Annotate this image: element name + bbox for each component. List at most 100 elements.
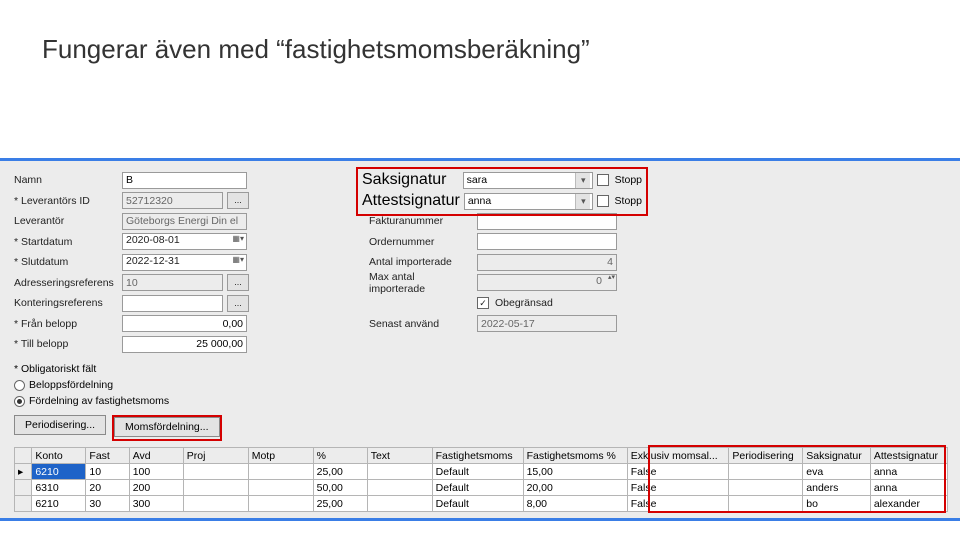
kontref-input[interactable] — [122, 295, 223, 312]
adrref-lookup-button[interactable]: ... — [227, 274, 249, 291]
cell-exkl[interactable]: False — [627, 496, 729, 512]
label-namn: Namn — [14, 174, 118, 186]
cell-att[interactable]: anna — [870, 480, 947, 496]
cell-fast[interactable]: 30 — [86, 496, 129, 512]
obligatoriskt-note: * Obligatoriskt fält — [14, 363, 948, 375]
momsfordelning-button[interactable]: Momsfördelning... — [114, 417, 219, 437]
table-row[interactable]: ▸621010100 25,00 Default15,00False evaanna — [15, 464, 948, 480]
radio-fastighetsmoms[interactable] — [14, 396, 25, 407]
cell-per[interactable] — [729, 480, 803, 496]
attestsignatur-select[interactable]: anna — [464, 193, 594, 210]
col-periodisering[interactable]: Periodisering — [729, 448, 803, 464]
obegransad-checkbox[interactable]: ✓ — [477, 297, 489, 309]
antalimp-input — [477, 254, 617, 271]
row-selector[interactable]: ▸ — [15, 464, 32, 480]
label-ordnr: Ordernummer — [369, 236, 473, 248]
cell-motp[interactable] — [248, 496, 313, 512]
col-avd[interactable]: Avd — [129, 448, 183, 464]
row-selector[interactable] — [15, 480, 32, 496]
cell-fm[interactable]: Default — [432, 480, 523, 496]
cell-fast[interactable]: 10 — [86, 464, 129, 480]
cell-fmpct[interactable]: 15,00 — [523, 464, 627, 480]
cell-sak[interactable]: eva — [803, 464, 871, 480]
cell-per[interactable] — [729, 464, 803, 480]
label-lev: Leverantör — [14, 215, 118, 227]
col-exklusiv-momsal-[interactable]: Exklusiv momsal... — [627, 448, 729, 464]
label-slut: * Slutdatum — [14, 256, 118, 268]
col-fastighetsmoms[interactable]: Fastighetsmoms — [432, 448, 523, 464]
radio-beloppsfordelning[interactable] — [14, 380, 25, 391]
maxantalimp-input[interactable]: 0 — [477, 274, 617, 291]
cell-avd[interactable]: 100 — [129, 464, 183, 480]
row-selector[interactable] — [15, 496, 32, 512]
cell-exkl[interactable]: False — [627, 480, 729, 496]
leverantorsid-input[interactable] — [122, 192, 223, 209]
cell-fmpct[interactable]: 20,00 — [523, 480, 627, 496]
cell-sak[interactable]: bo — [803, 496, 871, 512]
label-radio1: Beloppsfördelning — [29, 379, 113, 391]
cell-konto[interactable]: 6210 — [32, 464, 86, 480]
label-till: * Till belopp — [14, 338, 118, 350]
stopp2-checkbox[interactable] — [597, 195, 608, 207]
cell-proj[interactable] — [183, 496, 248, 512]
grid-wrap: KontoFastAvdProjMotp%TextFastighetsmomsF… — [14, 447, 948, 512]
col-attestsignatur[interactable]: Attestsignatur — [870, 448, 947, 464]
col-text[interactable]: Text — [367, 448, 432, 464]
table-row[interactable]: 631020200 50,00 Default20,00False andersann… — [15, 480, 948, 496]
cell-pct[interactable]: 25,00 — [313, 464, 367, 480]
cell-proj[interactable] — [183, 464, 248, 480]
col-fast[interactable]: Fast — [86, 448, 129, 464]
cell-motp[interactable] — [248, 464, 313, 480]
slutdatum-input[interactable]: 2022-12-31 — [122, 254, 247, 271]
leverantorsid-lookup-button[interactable]: ... — [227, 192, 249, 209]
data-grid[interactable]: KontoFastAvdProjMotp%TextFastighetsmomsF… — [14, 447, 948, 512]
label-obegransad: Obegränsad — [495, 297, 553, 309]
col-fastighetsmoms-[interactable]: Fastighetsmoms % — [523, 448, 627, 464]
tillbelopp-input[interactable] — [122, 336, 247, 353]
franbelopp-input[interactable] — [122, 315, 247, 332]
label-antimp: Antal importerade — [369, 256, 473, 268]
cell-exkl[interactable]: False — [627, 464, 729, 480]
label-levid: * Leverantörs ID — [14, 195, 118, 207]
startdatum-input[interactable]: 2020-08-01 — [122, 233, 247, 250]
periodisering-button[interactable]: Periodisering... — [14, 415, 106, 435]
slide-title: Fungerar även med “fastighetsmomsberäkni… — [0, 0, 960, 65]
cell-text[interactable] — [367, 496, 432, 512]
ordernummer-input[interactable] — [477, 233, 617, 250]
cell-fmpct[interactable]: 8,00 — [523, 496, 627, 512]
cell-att[interactable]: anna — [870, 464, 947, 480]
cell-text[interactable] — [367, 480, 432, 496]
kontref-lookup-button[interactable]: ... — [227, 295, 249, 312]
namn-input[interactable] — [122, 172, 247, 189]
cell-motp[interactable] — [248, 480, 313, 496]
label-start: * Startdatum — [14, 236, 118, 248]
cell-avd[interactable]: 300 — [129, 496, 183, 512]
cell-att[interactable]: alexander — [870, 496, 947, 512]
col--[interactable]: % — [313, 448, 367, 464]
col-konto[interactable]: Konto — [32, 448, 86, 464]
label-senast: Senast använd — [369, 318, 473, 330]
cell-sak[interactable]: anders — [803, 480, 871, 496]
label-saksign: Saksignatur — [362, 171, 459, 189]
form-panel: Namn * Leverantörs ID ... Leverantör * S… — [0, 158, 960, 521]
cell-pct[interactable]: 25,00 — [313, 496, 367, 512]
col-saksignatur[interactable]: Saksignatur — [803, 448, 871, 464]
cell-proj[interactable] — [183, 480, 248, 496]
col-proj[interactable]: Proj — [183, 448, 248, 464]
adrref-input[interactable] — [122, 274, 223, 291]
cell-fm[interactable]: Default — [432, 496, 523, 512]
cell-avd[interactable]: 200 — [129, 480, 183, 496]
saksignatur-select[interactable]: sara — [463, 172, 594, 189]
stopp1-checkbox[interactable] — [597, 174, 608, 186]
cell-fm[interactable]: Default — [432, 464, 523, 480]
momsfordelning-highlight: Momsfördelning... — [112, 415, 221, 441]
signatur-highlight-box: Saksignatur sara Stopp Attestsignatur an… — [356, 167, 648, 216]
cell-per[interactable] — [729, 496, 803, 512]
col-motp[interactable]: Motp — [248, 448, 313, 464]
table-row[interactable]: 621030300 25,00 Default8,00False boalexande… — [15, 496, 948, 512]
cell-fast[interactable]: 20 — [86, 480, 129, 496]
cell-konto[interactable]: 6310 — [32, 480, 86, 496]
cell-text[interactable] — [367, 464, 432, 480]
cell-pct[interactable]: 50,00 — [313, 480, 367, 496]
cell-konto[interactable]: 6210 — [32, 496, 86, 512]
